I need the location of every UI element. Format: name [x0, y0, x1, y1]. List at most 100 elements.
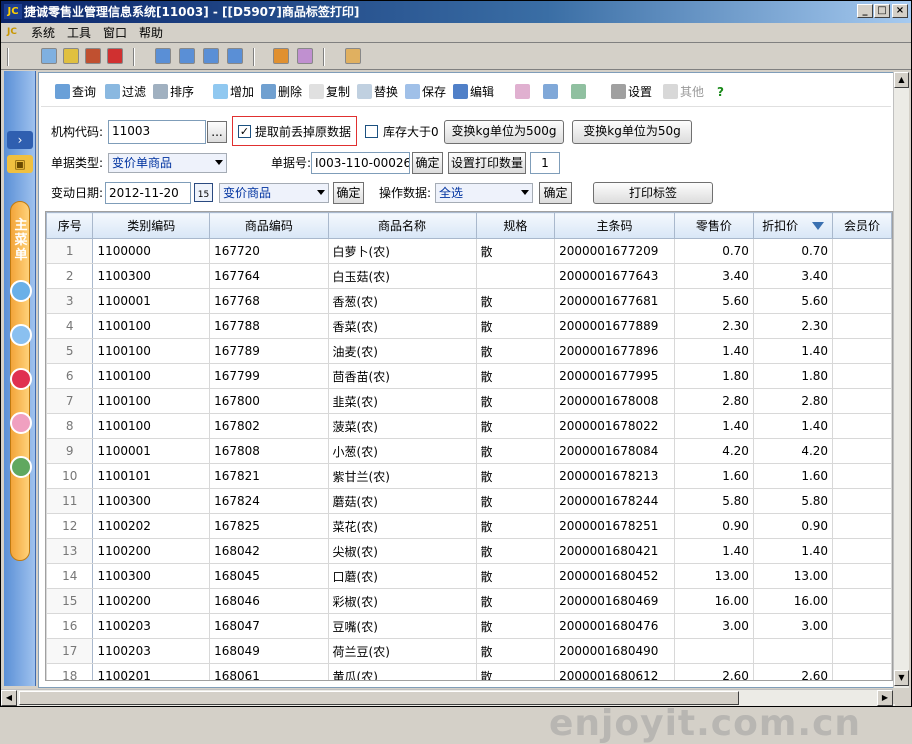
delete-button[interactable]: 删除: [261, 83, 302, 101]
cell-category-code[interactable]: 1100001: [92, 288, 211, 314]
cell-category-code[interactable]: 1100202: [92, 513, 211, 539]
cell-discount-price[interactable]: 2.80: [752, 388, 834, 414]
cell-product-name[interactable]: 油麦(农): [327, 338, 477, 364]
col-header-product-name[interactable]: 商品名称: [327, 212, 477, 239]
table-row[interactable]: 7 1100100 167800 韭菜(农) 散 2000001678008 2.80 2.8…: [46, 388, 892, 414]
cell-spec[interactable]: 散: [475, 488, 556, 514]
doc-no-input[interactable]: I003-110-000269: [311, 152, 410, 174]
cell-discount-price[interactable]: 4.20: [752, 438, 834, 464]
scroll-up-button[interactable]: ▲: [894, 72, 909, 88]
cell-row-index[interactable]: 17: [46, 638, 94, 664]
col-header-retail-price[interactable]: 零售价: [673, 212, 754, 239]
cell-product-code[interactable]: 167789: [209, 338, 329, 364]
cell-row-index[interactable]: 5: [46, 338, 94, 364]
stock-gt0-checkbox[interactable]: [365, 125, 378, 138]
cell-spec[interactable]: 散: [475, 563, 556, 589]
cell-member-price[interactable]: [832, 613, 892, 639]
cell-row-index[interactable]: 6: [46, 363, 94, 389]
menu-system[interactable]: 系统: [27, 25, 59, 41]
cell-discount-price[interactable]: 5.80: [752, 488, 834, 514]
cell-barcode[interactable]: 2000001677889: [554, 313, 675, 339]
cell-spec[interactable]: 散: [475, 663, 556, 680]
cell-barcode[interactable]: 2000001678008: [554, 388, 675, 414]
table-row[interactable]: 17 1100203 168049 荷兰豆(农) 散 2000001680490: [46, 638, 892, 664]
cell-retail-price[interactable]: 1.80: [673, 363, 754, 389]
cell-retail-price[interactable]: 1.40: [673, 338, 754, 364]
cell-product-code[interactable]: 167824: [209, 488, 329, 514]
cell-discount-price[interactable]: 0.70: [752, 238, 834, 264]
cell-row-index[interactable]: 7: [46, 388, 94, 414]
cell-member-price[interactable]: [832, 413, 892, 439]
cell-category-code[interactable]: 1100300: [92, 488, 211, 514]
logout-icon[interactable]: [345, 48, 361, 64]
col-header-member-price[interactable]: 会员价: [832, 212, 892, 239]
cell-spec[interactable]: 散: [475, 313, 556, 339]
col-header-spec[interactable]: 规格: [475, 212, 556, 239]
replace-button[interactable]: 替换: [357, 83, 398, 101]
cell-product-code[interactable]: 167825: [209, 513, 329, 539]
cell-category-code[interactable]: 1100000: [92, 238, 211, 264]
cell-spec[interactable]: 散: [475, 363, 556, 389]
cell-barcode[interactable]: 2000001678084: [554, 438, 675, 464]
horizontal-scroll-thumb[interactable]: [19, 691, 739, 705]
cell-retail-price[interactable]: 5.60: [673, 288, 754, 314]
cell-spec[interactable]: 散: [475, 613, 556, 639]
cell-row-index[interactable]: 8: [46, 413, 94, 439]
change-type-select[interactable]: 变价商品: [219, 183, 329, 203]
col-header-category-code[interactable]: 类别编码: [92, 212, 211, 239]
table-row[interactable]: 14 1100300 168045 口蘑(农) 散 2000001680452 13.00 1…: [46, 563, 892, 589]
scroll-down-button[interactable]: ▼: [894, 670, 909, 686]
table-row[interactable]: 9 1100001 167808 小葱(农) 散 2000001678084 4.20 4.2…: [46, 438, 892, 464]
cell-category-code[interactable]: 1100300: [92, 563, 211, 589]
cell-retail-price[interactable]: 1.40: [673, 413, 754, 439]
cell-category-code[interactable]: 1100203: [92, 638, 211, 664]
cell-barcode[interactable]: 2000001678251: [554, 513, 675, 539]
help-button[interactable]: ?: [717, 83, 724, 101]
save-button[interactable]: 保存: [405, 83, 446, 101]
cell-retail-price[interactable]: 0.90: [673, 513, 754, 539]
horizontal-scrollbar[interactable]: ◀ ▶: [1, 689, 895, 706]
cell-discount-price[interactable]: 2.30: [752, 313, 834, 339]
users-icon[interactable]: [10, 280, 32, 302]
cell-member-price[interactable]: [832, 238, 892, 264]
cell-product-name[interactable]: 菜花(农): [327, 513, 477, 539]
cell-row-index[interactable]: 3: [46, 288, 94, 314]
cell-category-code[interactable]: 1100100: [92, 338, 211, 364]
cell-product-code[interactable]: 168045: [209, 563, 329, 589]
menu-window[interactable]: 窗口: [99, 25, 131, 41]
cell-barcode[interactable]: 2000001677643: [554, 263, 675, 289]
print-icon-button[interactable]: [515, 83, 532, 101]
table-row[interactable]: 1 1100000 167720 白萝卜(农) 散 2000001677209 0.70 0.…: [46, 238, 892, 264]
cell-barcode[interactable]: 2000001678244: [554, 488, 675, 514]
cascade-icon[interactable]: [155, 48, 171, 64]
cell-product-code[interactable]: 167808: [209, 438, 329, 464]
cell-barcode[interactable]: 2000001677995: [554, 363, 675, 389]
cell-discount-price[interactable]: 3.00: [752, 613, 834, 639]
cell-product-code[interactable]: 167720: [209, 238, 329, 264]
cell-discount-price[interactable]: 1.60: [752, 463, 834, 489]
minimize-button[interactable]: _: [857, 4, 873, 18]
cell-spec[interactable]: 散: [475, 463, 556, 489]
tile-horizontal-icon[interactable]: [179, 48, 195, 64]
cell-product-code[interactable]: 167788: [209, 313, 329, 339]
operation-select[interactable]: 全选: [435, 183, 533, 203]
cell-product-code[interactable]: 167799: [209, 363, 329, 389]
cell-spec[interactable]: 散: [475, 513, 556, 539]
cell-retail-price[interactable]: 1.40: [673, 538, 754, 564]
cell-member-price[interactable]: [832, 438, 892, 464]
print-qty-input[interactable]: 1: [530, 152, 560, 174]
cell-retail-price[interactable]: 0.70: [673, 238, 754, 264]
cell-product-name[interactable]: 香菜(农): [327, 313, 477, 339]
cell-product-name[interactable]: 黄瓜(农): [327, 663, 477, 680]
cell-retail-price[interactable]: 2.80: [673, 388, 754, 414]
cell-product-code[interactable]: 167821: [209, 463, 329, 489]
cell-row-index[interactable]: 9: [46, 438, 94, 464]
cell-product-name[interactable]: 彩椒(农): [327, 588, 477, 614]
convert-50g-button[interactable]: 变换kg单位为50g: [572, 120, 692, 144]
copy-button[interactable]: 复制: [309, 83, 350, 101]
org-code-browse-button[interactable]: ...: [207, 121, 227, 143]
cell-row-index[interactable]: 1: [46, 238, 94, 264]
cell-discount-price[interactable]: 13.00: [752, 563, 834, 589]
tools-icon[interactable]: [63, 48, 79, 64]
cell-product-code[interactable]: 168049: [209, 638, 329, 664]
